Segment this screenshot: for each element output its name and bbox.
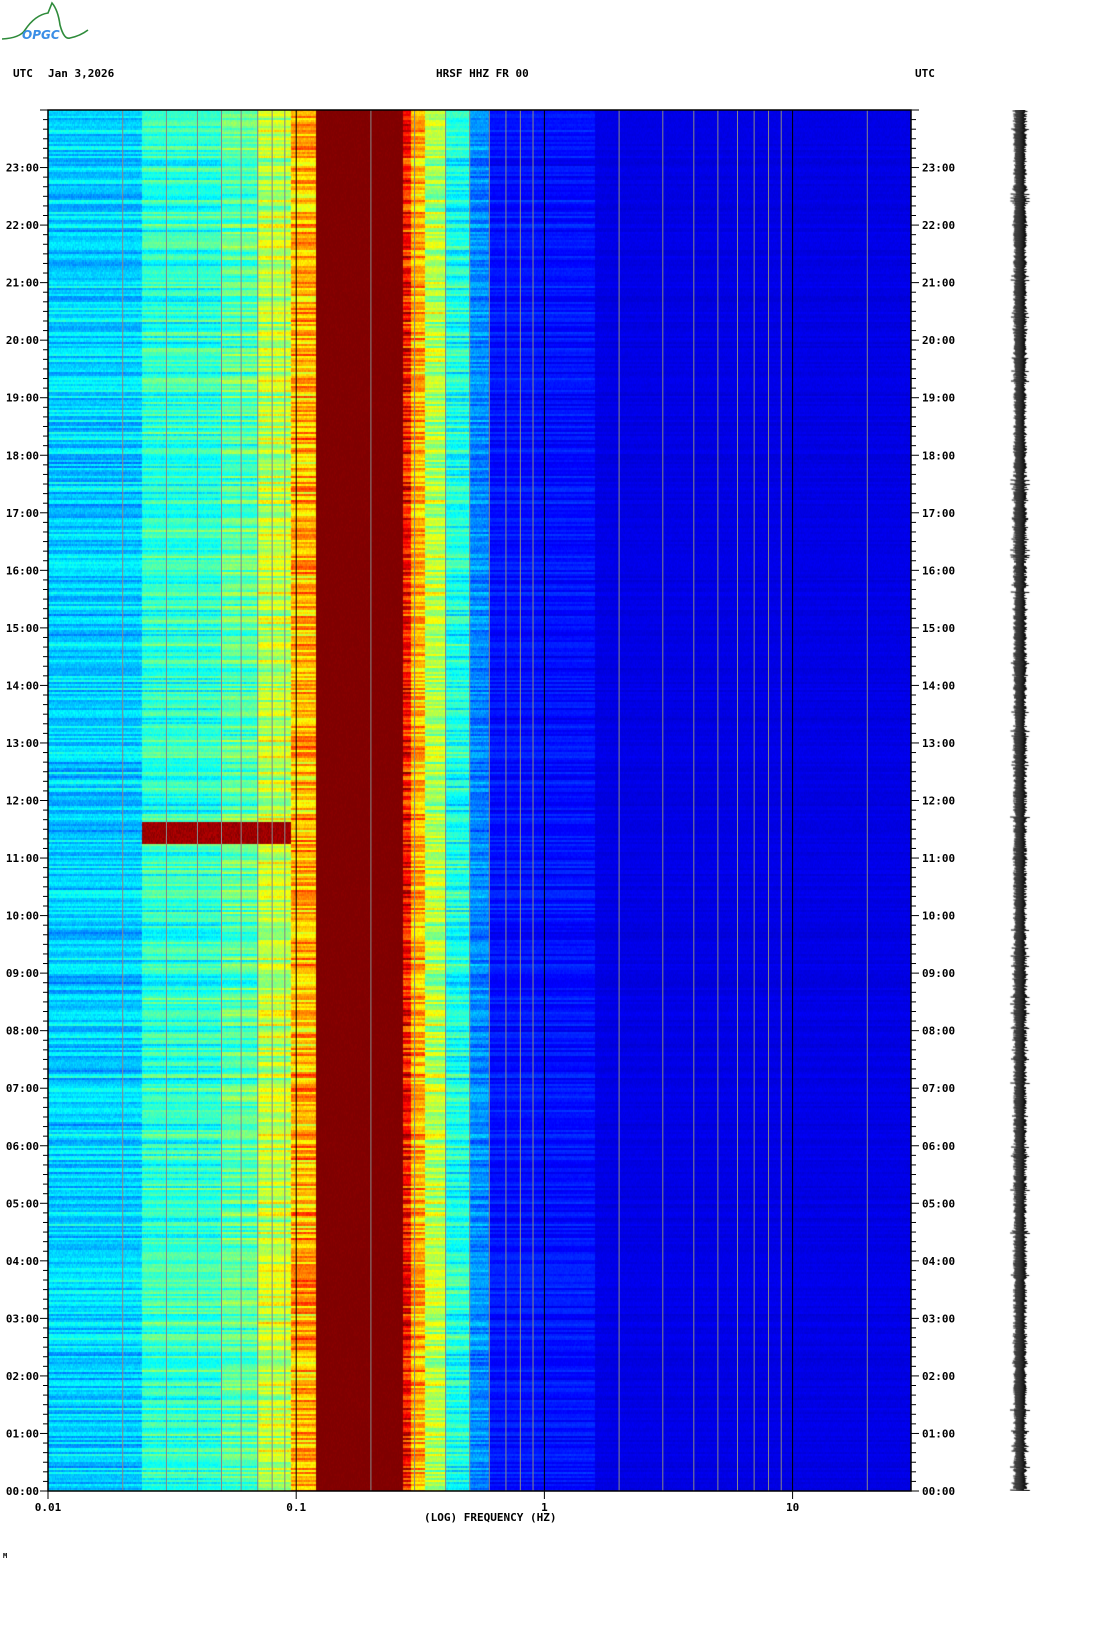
y-tick-label-left: 06:00 [6,1140,39,1153]
y-tick-label-left: 21:00 [6,277,39,290]
y-tick-label-right: 10:00 [922,910,955,923]
y-tick-label-right: 05:00 [922,1197,955,1210]
y-tick-label-left: 10:00 [6,910,39,923]
y-tick-label-left: 05:00 [6,1197,39,1210]
y-tick-label-left: 08:00 [6,1025,39,1038]
y-tick-label-right: 02:00 [922,1370,955,1383]
y-tick-label-left: 14:00 [6,679,39,692]
y-tick-label-left: 00:00 [6,1485,39,1498]
y-tick-label-right: 16:00 [922,564,955,577]
y-tick-label-right: 07:00 [922,1082,955,1095]
y-tick-label-left: 02:00 [6,1370,39,1383]
y-tick-label-right: 12:00 [922,795,955,808]
y-tick-label-right: 23:00 [922,162,955,175]
y-tick-label-left: 19:00 [6,392,39,405]
y-tick-label-left: 16:00 [6,564,39,577]
chart-axes: 00:00 00:00 01:00 01:00 02:00 02:00 03:00 03:00… [6,109,955,1514]
y-tick-label-left: 09:00 [6,967,39,980]
y-tick-label-right: 11:00 [922,852,955,865]
y-tick-label-left: 18:00 [6,449,39,462]
y-tick-label-right: 06:00 [922,1140,955,1153]
y-tick-label-left: 12:00 [6,795,39,808]
x-tick-label: 0.1 [286,1501,306,1514]
y-tick-label-left: 04:00 [6,1255,39,1268]
y-tick-label-right: 22:00 [922,219,955,232]
y-tick-label-left: 23:00 [6,162,39,175]
y-tick-label-right: 13:00 [922,737,955,750]
y-tick-label-right: 15:00 [922,622,955,635]
y-tick-label-right: 04:00 [922,1255,955,1268]
footer-mark: M [3,1552,8,1560]
y-tick-label-right: 14:00 [922,679,955,692]
y-tick-label-left: 03:00 [6,1312,39,1325]
y-tick-label-right: 00:00 [922,1485,955,1498]
y-tick-label-right: 03:00 [922,1312,955,1325]
y-tick-label-right: 08:00 [922,1025,955,1038]
x-tick-label: 10 [786,1501,799,1514]
x-axis-label: (LOG) FREQUENCY (HZ) [424,1511,557,1524]
y-tick-label-left: 13:00 [6,737,39,750]
y-tick-label-left: 17:00 [6,507,39,520]
y-tick-label-right: 21:00 [922,277,955,290]
y-tick-label-left: 11:00 [6,852,39,865]
y-tick-label-right: 19:00 [922,392,955,405]
y-tick-label-left: 20:00 [6,334,39,347]
y-tick-label-right: 20:00 [922,334,955,347]
y-tick-label-left: 01:00 [6,1427,39,1440]
y-tick-label-left: 15:00 [6,622,39,635]
y-tick-label-right: 17:00 [922,507,955,520]
y-tick-label-right: 09:00 [922,967,955,980]
x-tick-label: 0.01 [35,1501,62,1514]
y-tick-label-left: 07:00 [6,1082,39,1095]
y-tick-label-right: 18:00 [922,449,955,462]
y-tick-label-left: 22:00 [6,219,39,232]
y-tick-label-right: 01:00 [922,1427,955,1440]
